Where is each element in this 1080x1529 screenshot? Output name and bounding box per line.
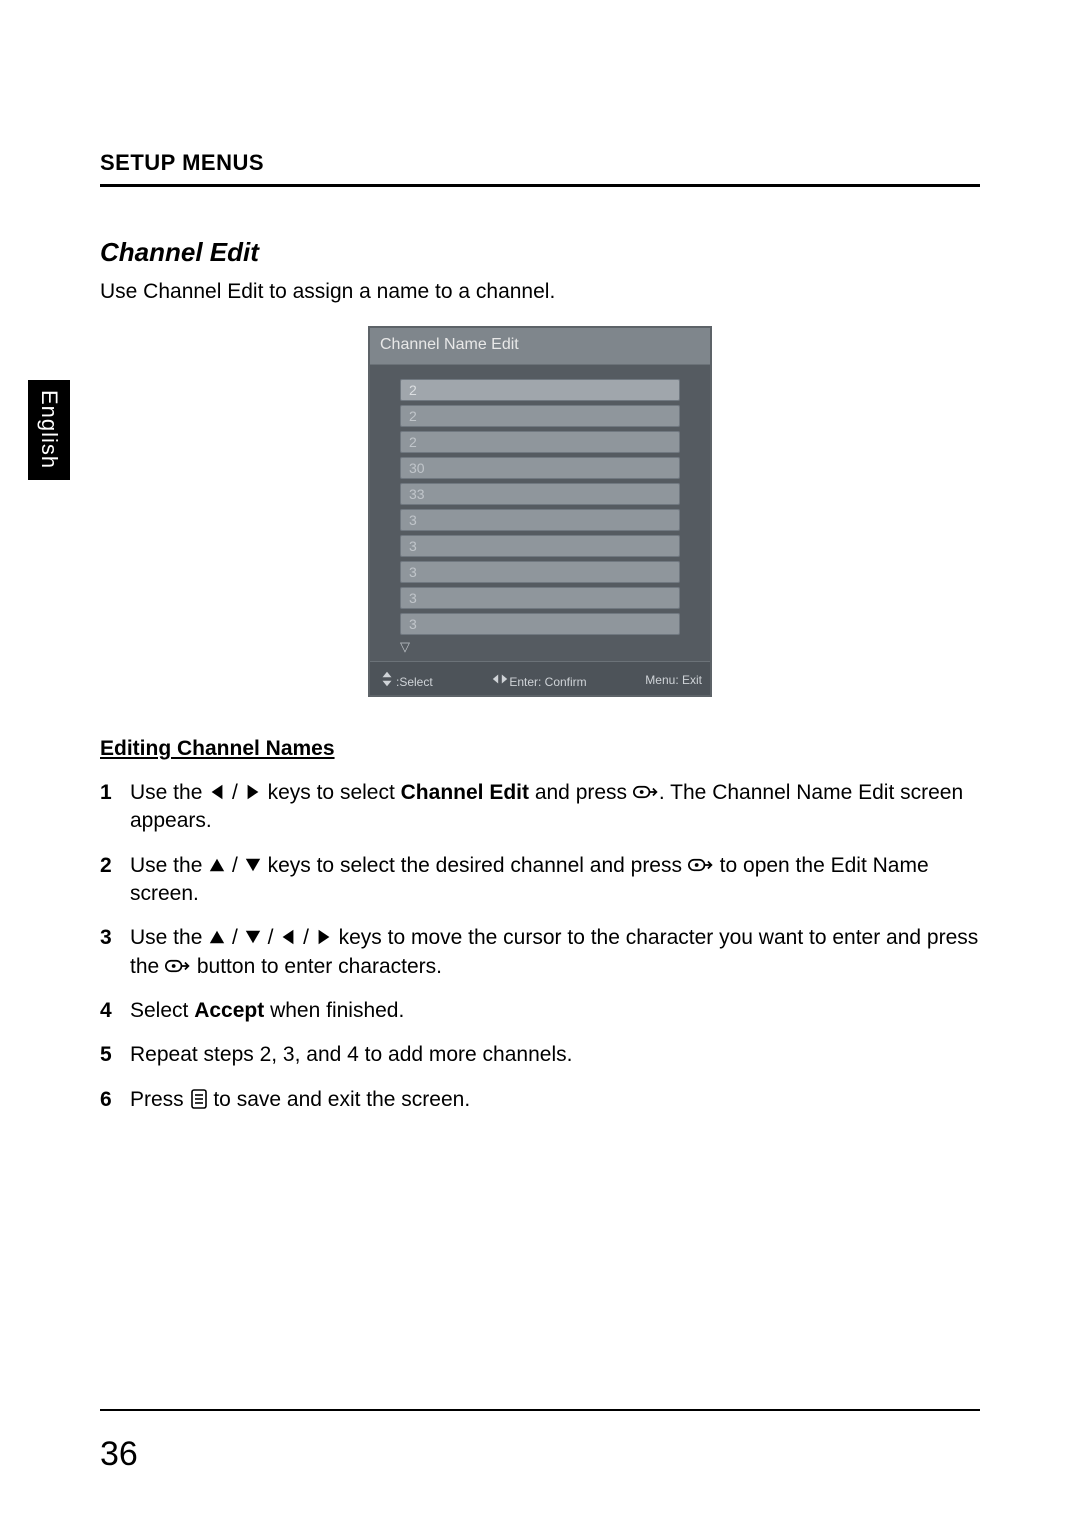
- osd-body: 2 2 2 30 33 3 3 3 3 3 ▽: [370, 364, 710, 661]
- osd-screenshot: Channel Name Edit 2 2 2 30 33 3 3 3 3 3 …: [100, 326, 980, 697]
- osd-row: 3: [400, 509, 680, 531]
- section-intro: Use Channel Edit to assign a name to a c…: [100, 280, 980, 304]
- osd-row: 30: [400, 457, 680, 479]
- osd-row: 3: [400, 561, 680, 583]
- footer-divider: [100, 1409, 980, 1411]
- step-1: Use the / keys to select Channel Edit an…: [100, 779, 980, 836]
- enter-icon: [688, 855, 714, 875]
- osd-row: 2: [400, 379, 680, 401]
- language-side-tab: English: [28, 380, 70, 480]
- down-arrow-icon: [244, 928, 262, 946]
- steps-list: Use the / keys to select Channel Edit an…: [100, 779, 980, 1114]
- accept-bold: Accept: [194, 999, 264, 1022]
- osd-row: 3: [400, 535, 680, 557]
- menu-icon: [190, 1088, 208, 1110]
- down-arrow-icon: [244, 856, 262, 874]
- osd-row: 2: [400, 405, 680, 427]
- language-label: English: [36, 390, 62, 469]
- osd-footer-select: :Select: [378, 670, 433, 689]
- right-arrow-icon: [244, 783, 262, 801]
- manual-page: English SETUP MENUS Channel Edit Use Cha…: [0, 0, 1080, 1529]
- step-5: Repeat steps 2, 3, and 4 to add more cha…: [100, 1041, 980, 1069]
- osd-footer-enter: Enter: Confirm: [491, 670, 586, 689]
- up-arrow-icon: [208, 856, 226, 874]
- step-6: Press to save and exit the screen.: [100, 1086, 980, 1114]
- osd-row: 2: [400, 431, 680, 453]
- osd-list: 2 2 2 30 33 3 3 3 3 3: [370, 379, 710, 635]
- left-arrow-icon: [279, 928, 297, 946]
- osd-panel: Channel Name Edit 2 2 2 30 33 3 3 3 3 3 …: [368, 326, 712, 697]
- page-number: 36: [100, 1435, 138, 1474]
- subheading: Editing Channel Names: [100, 737, 980, 761]
- header-divider: [100, 184, 980, 187]
- left-arrow-icon: [208, 783, 226, 801]
- enter-icon: [633, 782, 659, 802]
- header-section-label: SETUP MENUS: [100, 150, 980, 176]
- osd-row: 3: [400, 587, 680, 609]
- osd-more-indicator: ▽: [370, 639, 710, 655]
- osd-title: Channel Name Edit: [370, 328, 710, 364]
- up-arrow-icon: [208, 928, 226, 946]
- step-4: Select Accept when finished.: [100, 997, 980, 1025]
- step-2: Use the / keys to select the desired cha…: [100, 852, 980, 909]
- osd-row: 33: [400, 483, 680, 505]
- updown-icon: [378, 670, 396, 688]
- osd-footer-menu: Menu: Exit: [645, 673, 702, 687]
- right-arrow-icon: [315, 928, 333, 946]
- osd-footer: :Select Enter: Confirm Menu: Exit: [370, 661, 710, 695]
- section-title: Channel Edit: [100, 237, 980, 268]
- step-3: Use the / / / keys to move the cursor to…: [100, 924, 980, 981]
- osd-row: 3: [400, 613, 680, 635]
- leftright-icon: [491, 670, 509, 688]
- enter-icon: [165, 956, 191, 976]
- channel-edit-bold: Channel Edit: [401, 781, 529, 804]
